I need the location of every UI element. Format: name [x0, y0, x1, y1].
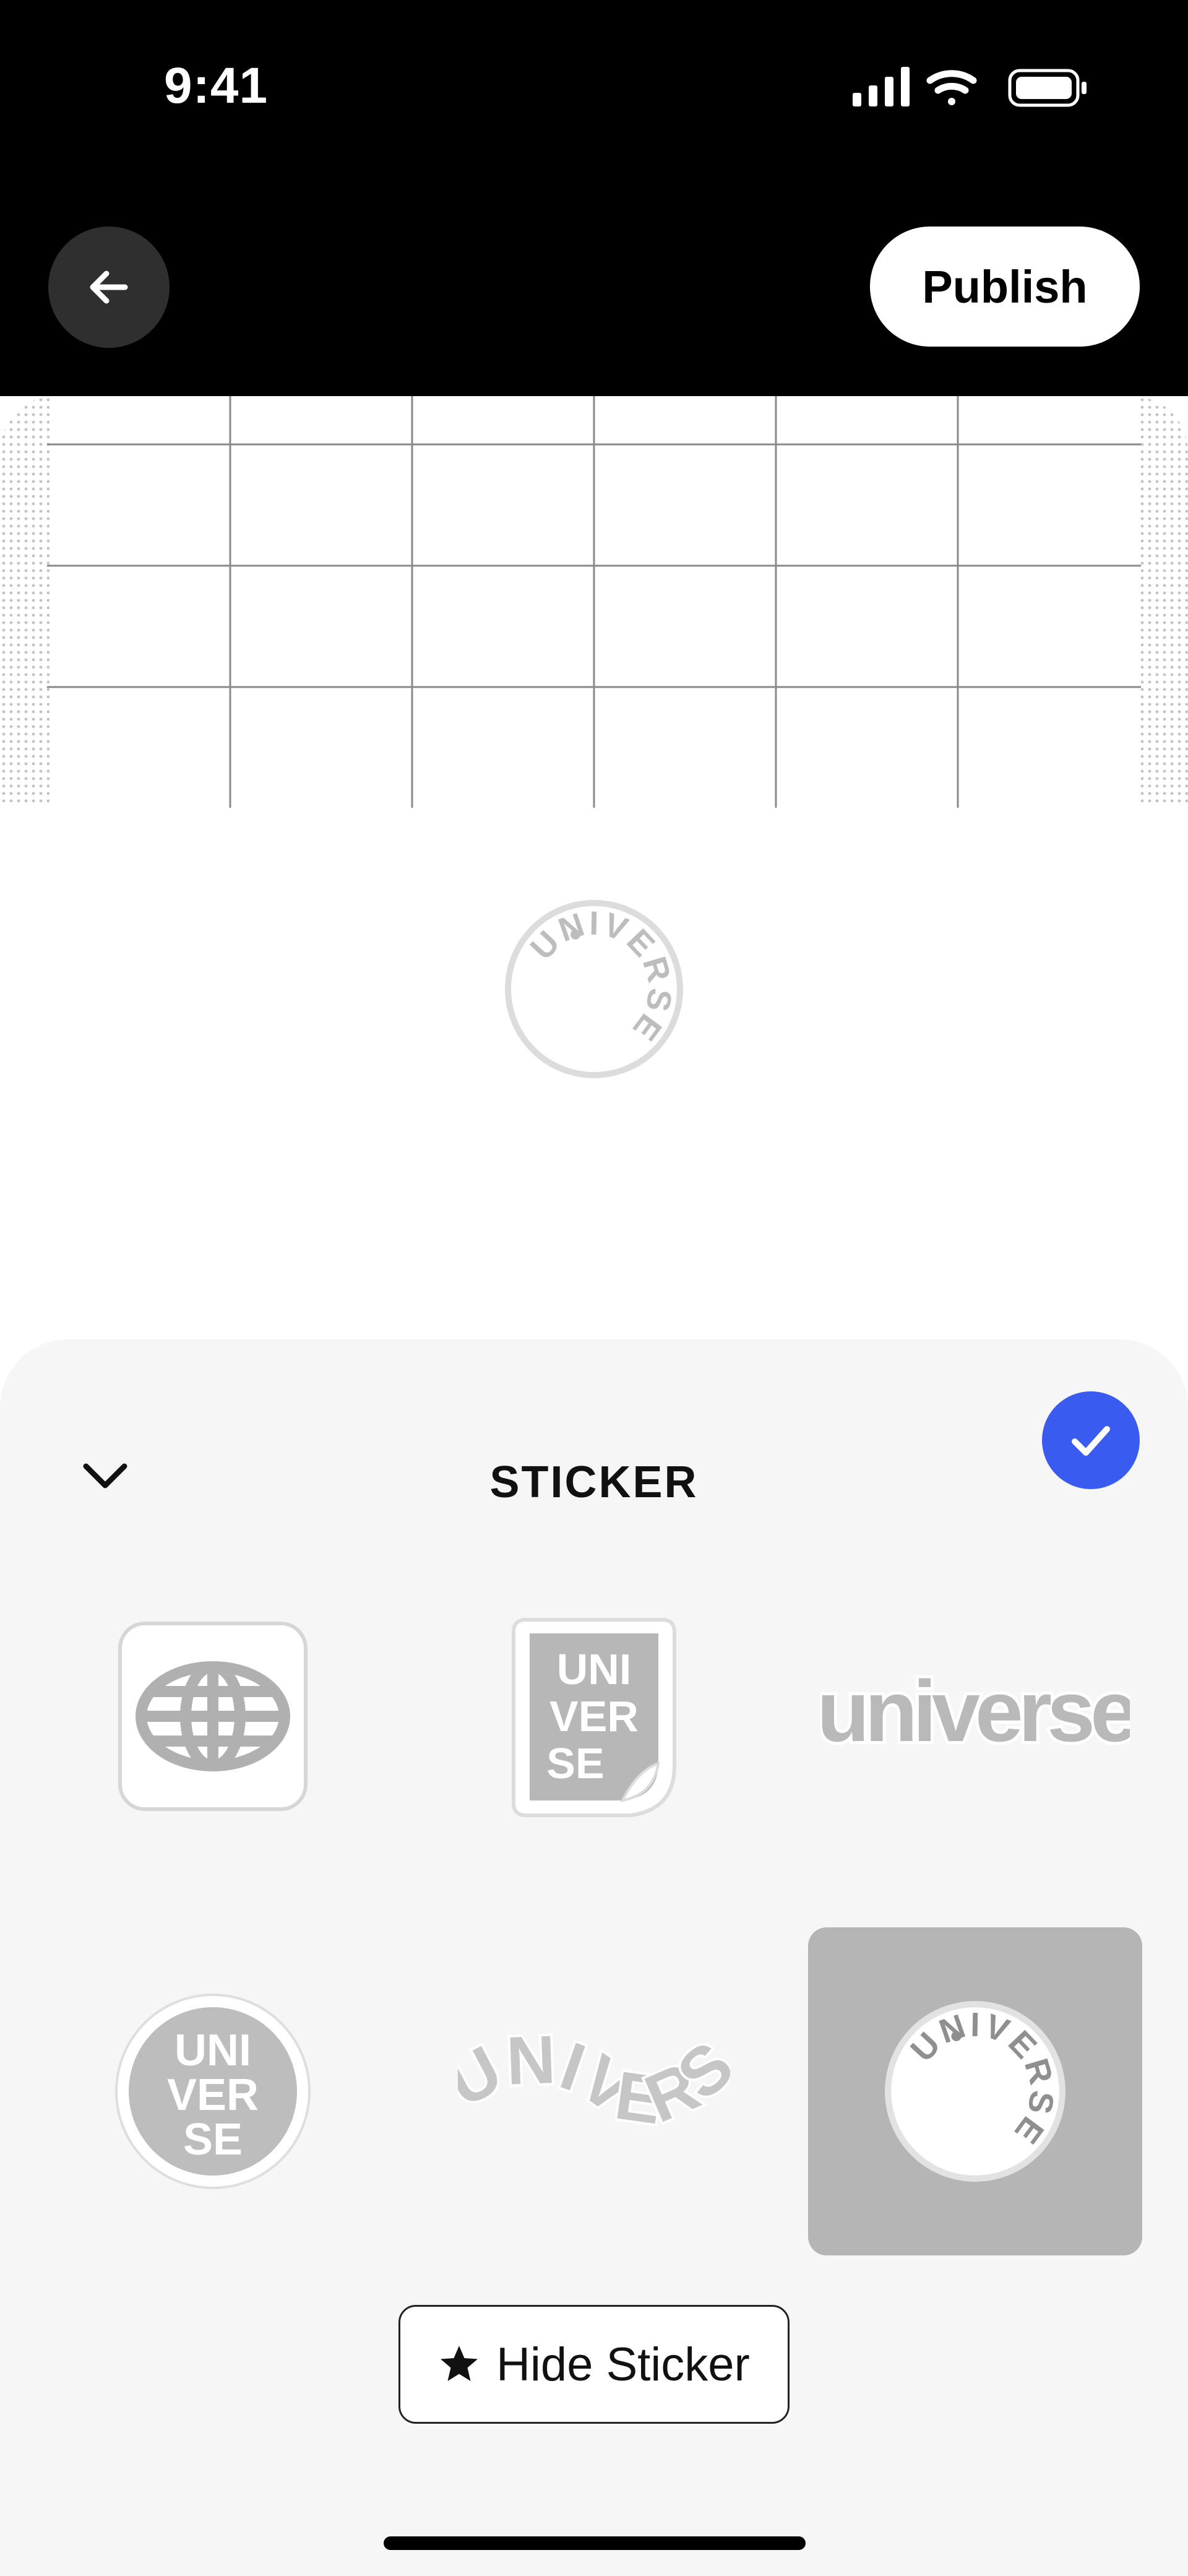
svg-text:SE: SE [183, 2115, 243, 2164]
status-icons [853, 67, 1087, 107]
sticker-option-round-badge[interactable]: UNI VER SE [46, 1927, 380, 2255]
canvas-edge-pattern-right [1138, 396, 1188, 805]
svg-text:VER: VER [167, 2070, 259, 2120]
sticker-option-peel[interactable]: UNI VER SE [427, 1552, 761, 1880]
wifi-icon [926, 70, 977, 105]
placed-sticker[interactable]: UNIVERSE [502, 897, 686, 1081]
svg-text:UNI: UNI [557, 1645, 632, 1693]
canvas[interactable]: UNIVERSE [0, 396, 1188, 1424]
battery-icon [1008, 69, 1087, 107]
circular-badge-icon: UNIVERSE [885, 2001, 1065, 2182]
canvas-edge-pattern-left [0, 396, 50, 805]
wavy-text-sticker-icon: UNIVERSE [458, 2017, 730, 2141]
sticker-option-circular-badge[interactable]: UNIVERSE [808, 1927, 1142, 2255]
back-button[interactable] [48, 227, 170, 348]
wordmark-sticker-icon: universe [820, 1659, 1130, 1763]
round-badge-icon: UNI VER SE [115, 1994, 311, 2189]
arrow-left-icon [90, 270, 128, 304]
checkmark-icon [1072, 1426, 1110, 1456]
globe-icon [118, 1622, 308, 1811]
signal-icon [853, 67, 910, 106]
confirm-button[interactable] [1042, 1391, 1140, 1489]
sticker-option-wordmark[interactable]: universe [808, 1552, 1142, 1880]
hide-sticker-label: Hide Sticker [496, 2338, 750, 2391]
status-time: 9:41 [164, 58, 269, 114]
star-icon [441, 2346, 478, 2381]
peel-sticker-icon: UNI VER SE [512, 1618, 676, 1817]
svg-text:VER: VER [549, 1692, 639, 1740]
hide-sticker-button[interactable]: Hide Sticker [398, 2305, 790, 2424]
svg-text:SE: SE [546, 1739, 604, 1787]
home-indicator [384, 2536, 806, 2550]
publish-button[interactable]: Publish [870, 227, 1140, 347]
svg-text:universe: universe [820, 1662, 1130, 1760]
svg-text:UNIVERSE: UNIVERSE [458, 2017, 730, 2138]
top-bar: 9:41 Publish [0, 0, 1188, 396]
sheet-title: STICKER [489, 1458, 699, 1507]
sticker-option-wavy[interactable]: UNIVERSE [427, 1927, 761, 2255]
canvas-grid [47, 396, 1141, 808]
svg-text:UNI: UNI [174, 2026, 251, 2075]
sticker-option-globe[interactable] [46, 1552, 380, 1880]
